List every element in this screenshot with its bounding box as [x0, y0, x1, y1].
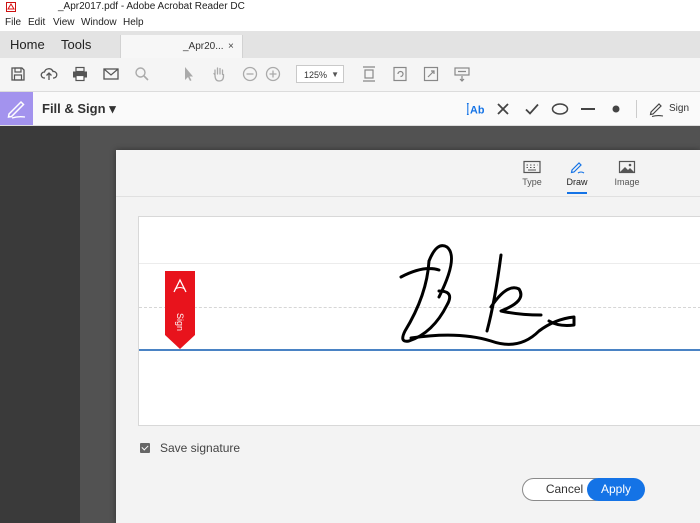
zoom-out-icon[interactable]: [241, 65, 259, 83]
tab-home[interactable]: Home: [10, 31, 45, 58]
fill-sign-pen-icon[interactable]: [0, 92, 33, 125]
tab-tools[interactable]: Tools: [61, 31, 91, 58]
sign-here-flag: Sign: [165, 271, 195, 349]
select-pointer-icon[interactable]: [179, 65, 197, 83]
tab-draw-label: Draw: [566, 177, 588, 187]
chevron-down-icon: ▾: [109, 101, 116, 116]
tab-type[interactable]: Type: [517, 158, 547, 198]
dot-icon[interactable]: [607, 100, 625, 118]
zoom-in-icon[interactable]: [264, 65, 282, 83]
signature-dialog: Type Draw Image Sign Save signature Canc…: [116, 150, 700, 523]
cross-mark-icon[interactable]: [494, 100, 512, 118]
fill-sign-title: Fill & Sign: [42, 101, 106, 116]
tab-type-label: Type: [522, 177, 542, 187]
keyboard-tools-icon[interactable]: [453, 65, 471, 83]
search-icon[interactable]: [133, 65, 151, 83]
toolbar-divider: [636, 100, 637, 118]
email-icon[interactable]: [102, 65, 120, 83]
acrobat-app-icon: [6, 2, 16, 12]
tabs-bar: Home Tools _Apr20... ×: [0, 31, 700, 59]
close-tab-button[interactable]: ×: [228, 35, 234, 59]
tab-document[interactable]: _Apr20... ×: [120, 35, 243, 59]
dialog-divider: [116, 196, 700, 197]
menu-edit[interactable]: Edit: [28, 15, 45, 31]
add-text-icon[interactable]: Ab: [466, 100, 486, 118]
save-icon[interactable]: [9, 65, 27, 83]
zoom-level-value: 125%: [304, 70, 328, 80]
line-icon[interactable]: [579, 100, 597, 118]
draw-pen-icon: [570, 162, 585, 174]
main-toolbar: 125% ▼: [0, 58, 700, 92]
print-icon[interactable]: [71, 65, 89, 83]
left-panel: [0, 126, 80, 523]
save-signature-checkbox[interactable]: [140, 443, 150, 453]
menu-file[interactable]: File: [5, 15, 21, 31]
signature-draw-canvas[interactable]: Sign: [138, 216, 700, 426]
drawn-signature: [399, 244, 576, 346]
fill-sign-menu[interactable]: Fill & Sign ▾: [42, 92, 116, 125]
zoom-level-select[interactable]: 125% ▼: [296, 65, 344, 83]
save-signature-label: Save signature: [160, 441, 241, 455]
menu-help[interactable]: Help: [123, 15, 144, 31]
keyboard-icon: [523, 160, 541, 174]
document-tab-label: _Apr20...: [183, 41, 224, 52]
tab-image[interactable]: Image: [611, 158, 643, 198]
apply-button[interactable]: Apply: [587, 478, 645, 501]
rotate-view-icon[interactable]: [391, 65, 409, 83]
cloud-upload-icon[interactable]: [40, 65, 58, 83]
scrolling-mode-icon[interactable]: [360, 65, 378, 83]
tab-image-label: Image: [614, 177, 640, 187]
fill-sign-toolbar: Fill & Sign ▾ Ab Sign: [0, 92, 700, 126]
svg-text:Ab: Ab: [470, 105, 484, 117]
sign-pen-icon[interactable]: [647, 100, 665, 118]
sign-button-label[interactable]: Sign: [669, 92, 689, 125]
title-bar: _Apr2017.pdf - Adobe Acrobat Reader DC: [0, 0, 700, 15]
menu-bar: File Edit View Window Help: [0, 15, 700, 31]
menu-window[interactable]: Window: [81, 15, 117, 31]
chevron-down-icon: ▼: [331, 70, 339, 79]
image-icon: [618, 160, 636, 174]
menu-view[interactable]: View: [53, 15, 75, 31]
ellipse-icon[interactable]: [551, 100, 569, 118]
active-tab-indicator: [567, 192, 587, 194]
window-title: _Apr2017.pdf - Adobe Acrobat Reader DC: [58, 1, 245, 12]
hand-tool-icon[interactable]: [210, 65, 228, 83]
check-mark-icon[interactable]: [523, 100, 541, 118]
fit-page-icon[interactable]: [422, 65, 440, 83]
sign-flag-label: Sign: [175, 312, 185, 331]
